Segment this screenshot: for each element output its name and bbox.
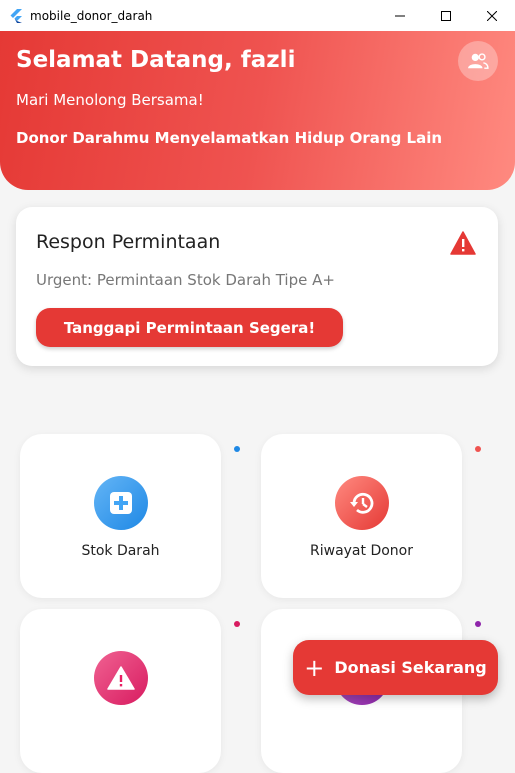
donate-now-button[interactable]: + Donasi Sekarang bbox=[293, 640, 498, 695]
profile-button[interactable] bbox=[458, 41, 498, 81]
header-tagline: Donor Darahmu Menyelamatkan Hidup Orang … bbox=[16, 129, 443, 147]
window-title: mobile_donor_darah bbox=[30, 8, 153, 23]
request-card-title: Respon Permintaan bbox=[36, 231, 221, 253]
close-button[interactable] bbox=[469, 0, 515, 31]
minimize-icon bbox=[395, 15, 405, 16]
medical-plus-icon bbox=[94, 476, 148, 530]
menu-tile-label: Stok Darah bbox=[81, 543, 160, 559]
request-card: Respon Permintaan Urgent: Permintaan Sto… bbox=[16, 207, 498, 366]
menu-tile-darurat[interactable] bbox=[20, 609, 221, 773]
minimize-button[interactable] bbox=[377, 0, 423, 31]
history-icon bbox=[335, 476, 389, 530]
menu-tile-stok-darah[interactable]: Stok Darah bbox=[20, 434, 221, 598]
indicator-dot bbox=[475, 621, 481, 627]
flutter-logo-icon bbox=[10, 8, 22, 23]
plus-icon: + bbox=[304, 653, 325, 682]
close-icon bbox=[487, 10, 497, 21]
request-message: Urgent: Permintaan Stok Darah Tipe A+ bbox=[36, 271, 335, 289]
indicator-dot bbox=[475, 446, 481, 452]
maximize-button[interactable] bbox=[423, 0, 469, 31]
donate-now-label: Donasi Sekarang bbox=[334, 658, 487, 677]
menu-tile-riwayat-donor[interactable]: Riwayat Donor bbox=[261, 434, 462, 598]
maximize-icon bbox=[441, 10, 451, 21]
warning-icon bbox=[450, 231, 476, 255]
header-subtitle: Mari Menolong Bersama! bbox=[16, 91, 204, 109]
window-titlebar: mobile_donor_darah bbox=[0, 0, 515, 31]
people-icon bbox=[468, 53, 489, 69]
greeting-text: Selamat Datang, fazli bbox=[16, 47, 296, 73]
respond-request-button[interactable]: Tanggapi Permintaan Segera! bbox=[36, 308, 343, 347]
indicator-dot bbox=[234, 446, 240, 452]
welcome-header: Selamat Datang, fazli Mari Menolong Bers… bbox=[0, 31, 515, 190]
warning-icon bbox=[94, 651, 148, 705]
indicator-dot bbox=[234, 621, 240, 627]
menu-tile-label: Riwayat Donor bbox=[310, 543, 413, 559]
